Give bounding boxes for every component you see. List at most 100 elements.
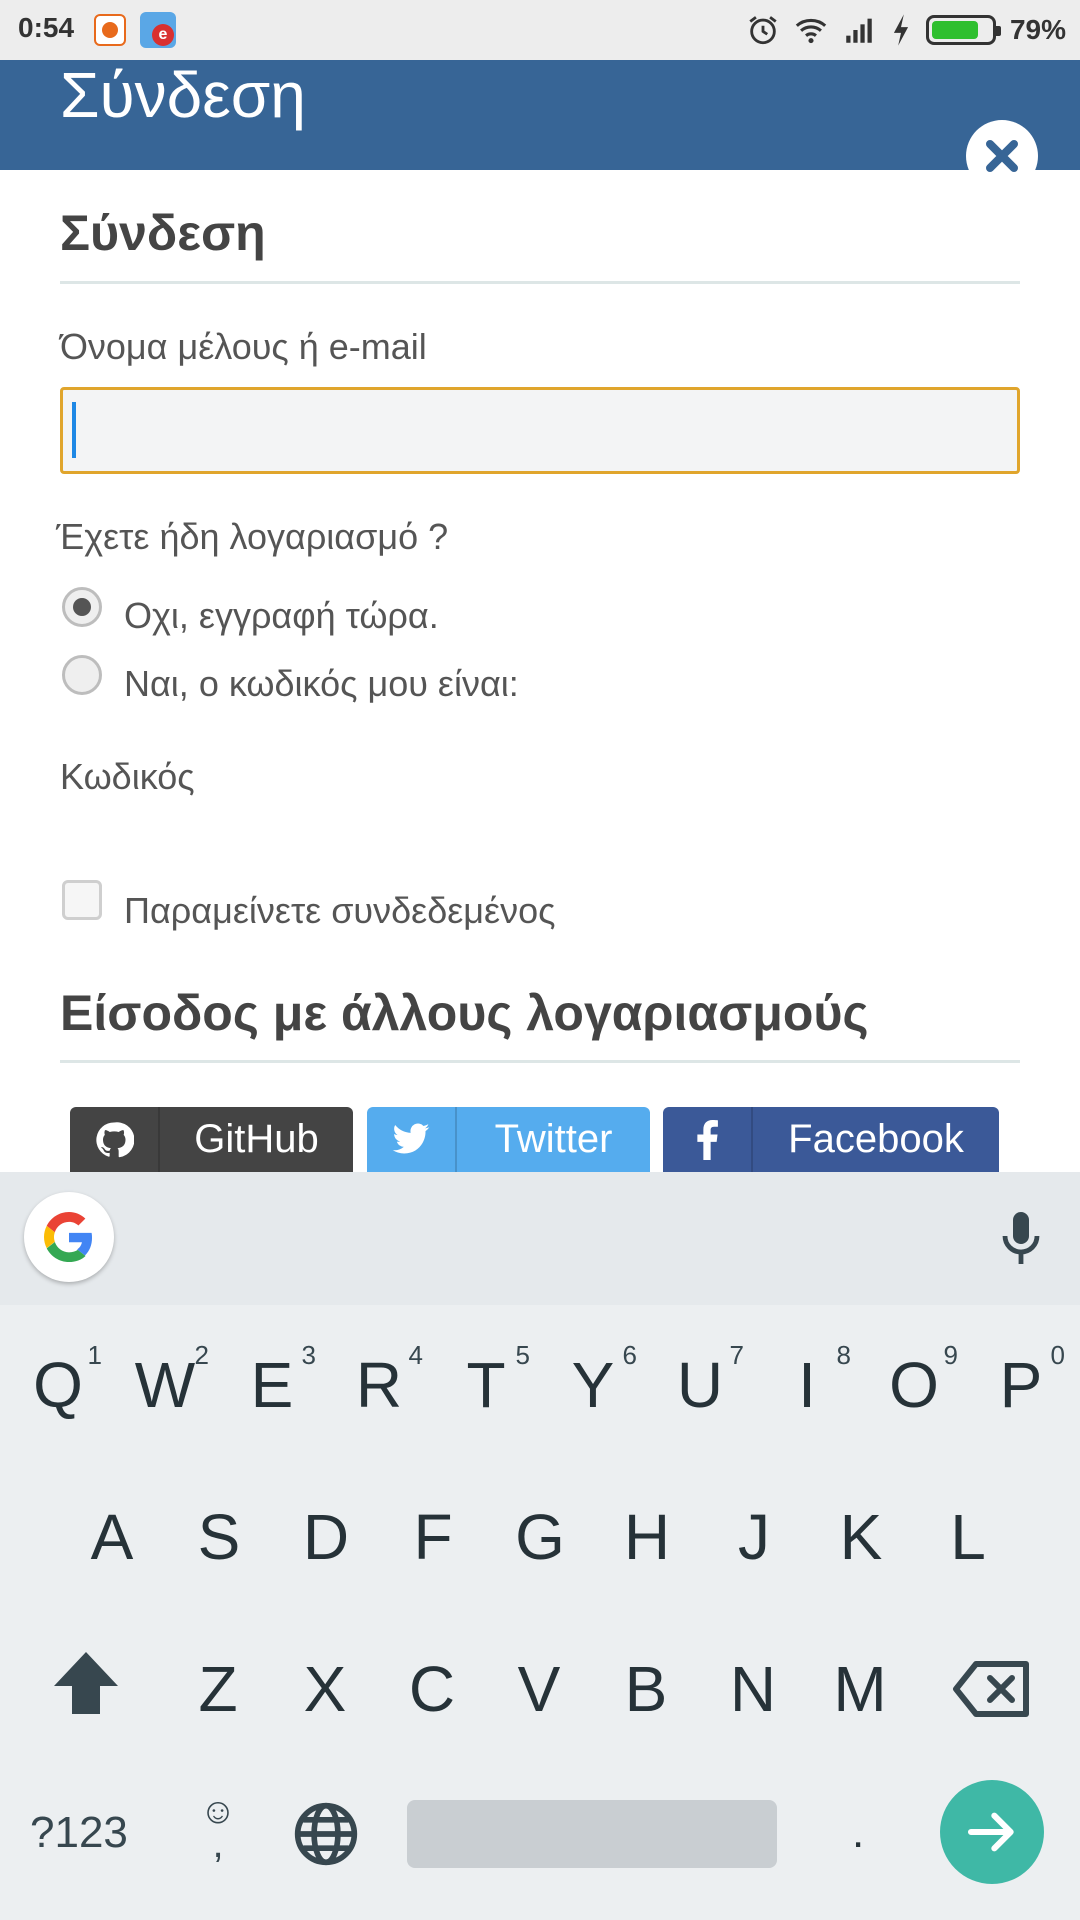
key-e[interactable]: E3 [222,1340,322,1422]
key-y[interactable]: Y6 [543,1340,643,1422]
twitter-login-button[interactable]: Twitter [367,1107,650,1172]
key-q[interactable]: Q1 [8,1340,108,1422]
section-title: Σύνδεση [60,205,266,261]
key-t-hint: 5 [515,1340,530,1370]
key-p-label: P [999,1349,1043,1421]
key-n[interactable]: N [703,1652,803,1726]
twitter-label: Twitter [494,1117,613,1161]
battery-percent: 79% [1009,14,1066,45]
account-question: Έχετε ήδη λογαριασμό ? [56,516,449,557]
key-r-label: R [355,1349,403,1421]
key-g[interactable]: G [490,1500,590,1574]
radio-has-account-label[interactable]: Ναι, ο κωδικός μου είναι: [124,663,519,705]
other-accounts-divider [60,1060,1020,1063]
password-label: Κωδικός [60,756,195,797]
github-login-button[interactable]: GitHub [70,1107,353,1172]
alarm-icon [749,16,777,45]
key-f-label: F [413,1501,453,1573]
battery-icon [925,15,1001,45]
key-h[interactable]: H [597,1500,697,1574]
key-l[interactable]: L [918,1500,1018,1574]
google-search-button[interactable] [24,1192,114,1282]
radio-has-account[interactable] [62,655,102,695]
key-k[interactable]: K [811,1500,911,1574]
key-i-label: I [798,1349,816,1421]
signal-icon [846,18,872,43]
key-u-hint: 7 [729,1340,744,1370]
key-p[interactable]: P0 [971,1340,1071,1422]
section-divider [60,281,1020,284]
key-d-label: D [302,1501,350,1573]
key-x[interactable]: X [275,1652,375,1726]
close-button[interactable] [966,120,1038,192]
key-c[interactable]: C [382,1652,482,1726]
key-u-label: U [676,1349,724,1421]
key-d[interactable]: D [276,1500,376,1574]
key-y-label: Y [571,1349,615,1421]
facebook-label: Facebook [788,1117,964,1161]
twitter-icon [367,1107,457,1172]
github-icon [70,1107,160,1172]
key-q-hint: 1 [87,1340,102,1370]
key-f[interactable]: F [383,1500,483,1574]
key-w[interactable]: W2 [115,1340,215,1422]
space-key[interactable] [407,1800,777,1868]
key-a-label: A [90,1501,134,1573]
key-t[interactable]: T5 [436,1340,536,1422]
facebook-icon [663,1107,753,1172]
key-j[interactable]: J [704,1500,804,1574]
remember-checkbox[interactable] [62,880,102,920]
username-input[interactable] [60,387,1020,474]
key-h-label: H [623,1501,671,1573]
key-v-label: V [517,1653,561,1725]
key-w-label: W [134,1349,196,1421]
key-r[interactable]: R4 [329,1340,429,1422]
status-icons: 79% [746,10,1066,50]
key-a[interactable]: A [62,1500,162,1574]
github-label: GitHub [194,1117,319,1161]
key-i-hint: 8 [836,1340,851,1370]
facebook-login-button[interactable]: Facebook [663,1107,999,1172]
backspace-key-icon[interactable] [952,1660,1032,1718]
key-m[interactable]: M [810,1652,910,1726]
email-app-icon: e [140,12,176,48]
shift-key-icon[interactable] [52,1650,120,1716]
key-v[interactable]: V [489,1652,589,1726]
period-key[interactable]: . [852,1808,864,1858]
key-l-label: L [950,1501,986,1573]
key-e-hint: 3 [301,1340,316,1370]
key-y-hint: 6 [622,1340,637,1370]
emoji-comma-key[interactable]: ☺ , [198,1790,238,1864]
wifi-icon [795,18,827,44]
text-cursor [72,402,76,458]
key-j-label: J [738,1501,770,1573]
key-w-hint: 2 [194,1340,209,1370]
google-icon [44,1212,93,1262]
status-time: 0:54 [18,12,75,43]
key-u[interactable]: U7 [650,1340,750,1422]
key-z[interactable]: Z [168,1652,268,1726]
keyboard-suggestion-bar [0,1172,1080,1305]
symbols-key[interactable]: ?123 [30,1808,128,1858]
header-title: Σύνδεση [60,59,306,131]
key-g-label: G [515,1501,565,1573]
dialog-header: Σύνδεση [0,59,1080,192]
charging-icon [893,14,909,46]
key-s-label: S [197,1501,241,1573]
radio-no-account[interactable] [62,587,102,627]
key-s[interactable]: S [169,1500,269,1574]
key-m-label: M [833,1653,887,1725]
key-z-label: Z [198,1653,238,1725]
globe-icon[interactable] [292,1800,360,1868]
key-o[interactable]: O9 [864,1340,964,1422]
key-e-label: E [250,1349,294,1421]
remember-label[interactable]: Παραμείνετε συνδεδεμένος [124,890,555,932]
radio-no-account-label[interactable]: Οχι, εγγραφή τώρα. [124,595,439,637]
other-accounts-title: Είσοδος με άλλους λογαριασμούς [60,985,869,1041]
key-q-label: Q [33,1349,83,1421]
microphone-icon[interactable] [996,1210,1046,1266]
key-c-label: C [408,1653,456,1725]
key-i[interactable]: I8 [757,1340,857,1422]
enter-key[interactable] [940,1780,1044,1884]
key-b[interactable]: B [596,1652,696,1726]
